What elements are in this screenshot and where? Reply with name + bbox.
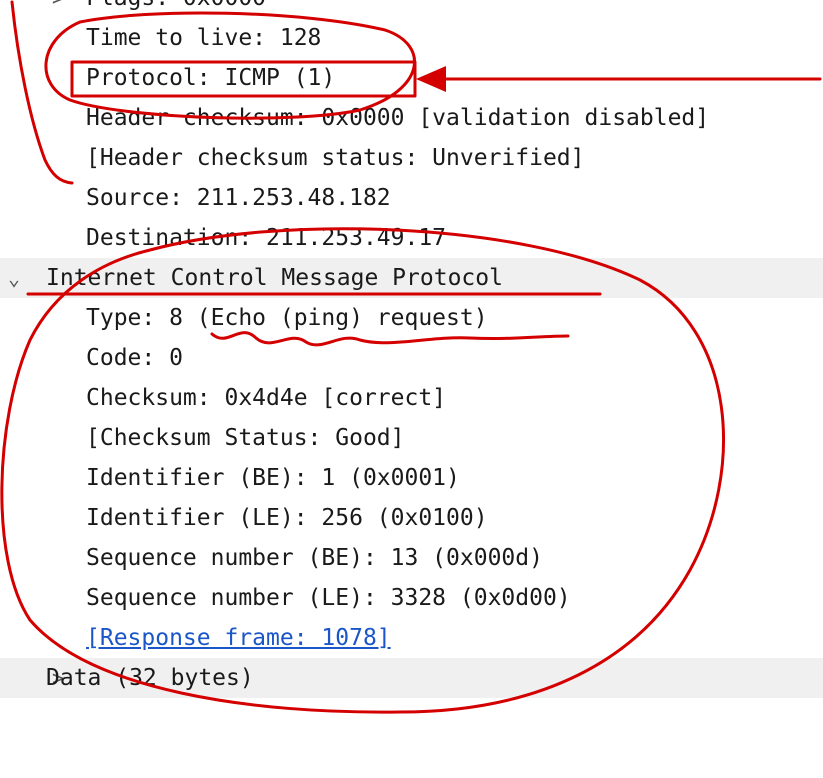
flags-text: Flags: 0x0000 <box>86 0 266 18</box>
tree-row-protocol[interactable]: Protocol: ICMP (1) <box>0 58 823 98</box>
tree-row-flags[interactable]: > Flags: 0x0000 <box>0 0 823 18</box>
tree-row-response-frame[interactable]: [Response frame: 1078] <box>0 618 823 658</box>
checksum-text: Checksum: 0x4d4e [correct] <box>86 385 447 411</box>
tree-section-icmp[interactable]: ⌄ Internet Control Message Protocol <box>0 258 823 298</box>
tree-row-header-checksum-status[interactable]: [Header checksum status: Unverified] <box>0 138 823 178</box>
chevron-down-icon[interactable]: ⌄ <box>8 258 20 298</box>
tree-row-source[interactable]: Source: 211.253.48.182 <box>0 178 823 218</box>
tree-row-type[interactable]: Type: 8 (Echo (ping) request) <box>0 298 823 338</box>
checksum-status-text: [Checksum Status: Good] <box>86 425 405 451</box>
tree-row-seq-le[interactable]: Sequence number (LE): 3328 (0x0d00) <box>0 578 823 618</box>
tree-row-header-checksum[interactable]: Header checksum: 0x0000 [validation disa… <box>0 98 823 138</box>
tree-row-destination[interactable]: Destination: 211.253.49.17 <box>0 218 823 258</box>
header-checksum-text: Header checksum: 0x0000 [validation disa… <box>86 105 710 131</box>
identifier-le-text: Identifier (LE): 256 (0x0100) <box>86 505 488 531</box>
tree-row-checksum-status[interactable]: [Checksum Status: Good] <box>0 418 823 458</box>
tree-row-code[interactable]: Code: 0 <box>0 338 823 378</box>
icmp-section-title: Internet Control Message Protocol <box>46 265 503 291</box>
seq-be-text: Sequence number (BE): 13 (0x000d) <box>86 545 543 571</box>
protocol-text: Protocol: ICMP (1) <box>86 65 336 91</box>
response-frame-link[interactable]: [Response frame: 1078] <box>86 618 391 658</box>
tree-row-data[interactable]: > Data (32 bytes) <box>0 658 823 698</box>
tree-row-identifier-le[interactable]: Identifier (LE): 256 (0x0100) <box>0 498 823 538</box>
ttl-text: Time to live: 128 <box>86 25 322 51</box>
tree-row-seq-be[interactable]: Sequence number (BE): 13 (0x000d) <box>0 538 823 578</box>
tree-row-identifier-be[interactable]: Identifier (BE): 1 (0x0001) <box>0 458 823 498</box>
tree-row-ttl[interactable]: Time to live: 128 <box>0 18 823 58</box>
type-text: Type: 8 (Echo (ping) request) <box>86 305 488 331</box>
source-text: Source: 211.253.48.182 <box>86 185 391 211</box>
code-text: Code: 0 <box>86 345 183 371</box>
chevron-right-icon[interactable]: > <box>52 0 64 18</box>
data-text: Data (32 bytes) <box>46 665 254 691</box>
identifier-be-text: Identifier (BE): 1 (0x0001) <box>86 465 460 491</box>
destination-text: Destination: 211.253.49.17 <box>86 225 447 251</box>
seq-le-text: Sequence number (LE): 3328 (0x0d00) <box>86 585 571 611</box>
tree-row-checksum[interactable]: Checksum: 0x4d4e [correct] <box>0 378 823 418</box>
header-checksum-status-text: [Header checksum status: Unverified] <box>86 145 585 171</box>
